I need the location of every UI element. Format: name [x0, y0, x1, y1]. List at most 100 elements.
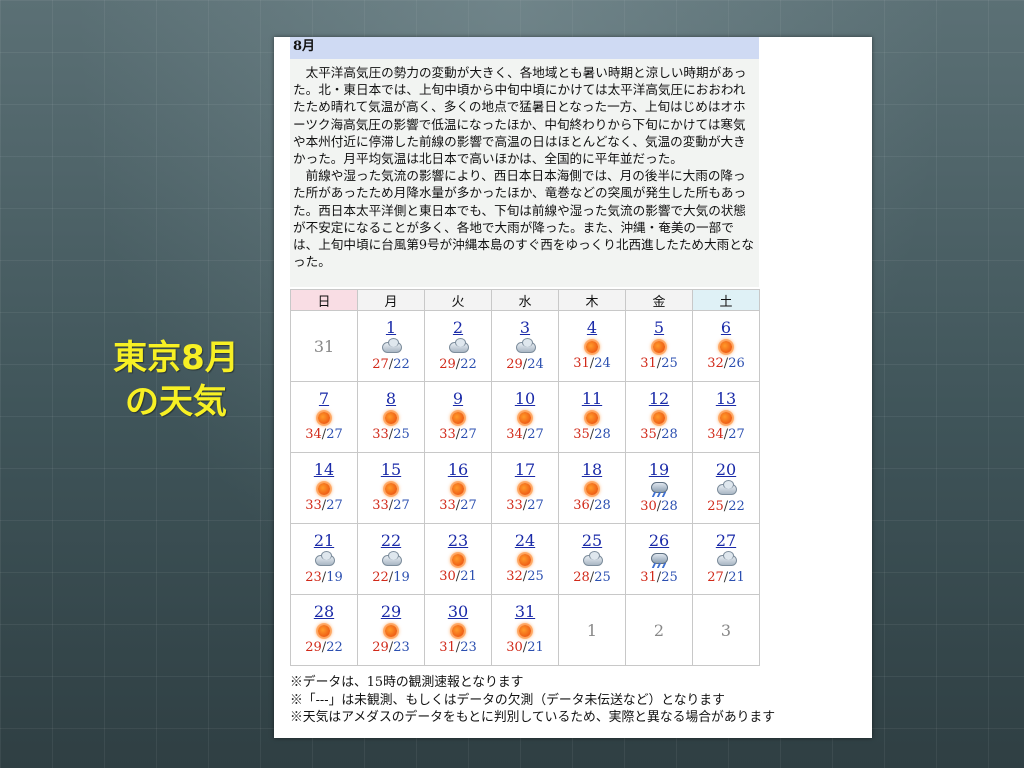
- low-temp: 28: [661, 499, 678, 514]
- day-link[interactable]: 7: [291, 389, 357, 409]
- day-link[interactable]: 28: [291, 602, 357, 622]
- rain-icon: [650, 553, 668, 569]
- cloudy-icon: [382, 551, 402, 569]
- day-link[interactable]: 11: [559, 389, 625, 409]
- calendar-day-cell: 10 34/27: [491, 381, 559, 453]
- outside-day-number: 1: [586, 621, 598, 640]
- temperature-range: 31/24: [559, 356, 625, 371]
- calendar-day-cell: 19 30/28: [625, 452, 693, 524]
- temperature-range: 27/22: [358, 357, 424, 372]
- day-link[interactable]: 26: [626, 531, 692, 551]
- day-link[interactable]: 22: [358, 531, 424, 551]
- low-temp: 24: [594, 356, 611, 371]
- sunny-icon: [516, 483, 534, 497]
- temperature-range: 34/27: [492, 427, 558, 442]
- temperature-range: 33/27: [291, 498, 357, 513]
- temperature-range: 32/26: [693, 356, 759, 371]
- calendar-week-row: 7 34/27 8 33/25 9 33/27 10 34/27 11 35/28 12 35/28 1…: [290, 381, 760, 453]
- day-link[interactable]: 1: [358, 318, 424, 338]
- sunny-icon: [650, 412, 668, 426]
- day-link[interactable]: 20: [693, 460, 759, 480]
- day-link[interactable]: 6: [693, 318, 759, 338]
- high-temp: 33: [439, 498, 456, 513]
- day-link[interactable]: 30: [425, 602, 491, 622]
- high-temp: 33: [305, 498, 322, 513]
- rain-icon: [650, 482, 668, 498]
- low-temp: 28: [594, 427, 611, 442]
- low-temp: 26: [728, 356, 745, 371]
- temperature-range: 29/22: [425, 357, 491, 372]
- high-temp: 32: [506, 569, 523, 584]
- calendar-day-cell: 15 33/27: [357, 452, 425, 524]
- calendar-day-cell: 13 34/27: [692, 381, 760, 453]
- low-temp: 23: [460, 640, 477, 655]
- temperature-range: 32/25: [492, 569, 558, 584]
- sunny-icon: [315, 483, 333, 497]
- temperature-range: 23/19: [291, 570, 357, 585]
- day-link[interactable]: 4: [559, 318, 625, 338]
- day-link[interactable]: 13: [693, 389, 759, 409]
- calendar-day-cell: 17 33/27: [491, 452, 559, 524]
- day-link[interactable]: 19: [626, 460, 692, 480]
- calendar-day-cell: 11 35/28: [558, 381, 626, 453]
- day-link[interactable]: 17: [492, 460, 558, 480]
- day-link[interactable]: 31: [492, 602, 558, 622]
- day-link[interactable]: 27: [693, 531, 759, 551]
- sunny-icon: [717, 412, 735, 426]
- day-link[interactable]: 24: [492, 531, 558, 551]
- calendar-day-cell: 5 31/25: [625, 310, 693, 382]
- calendar-day-cell: 18 36/28: [558, 452, 626, 524]
- high-temp: 27: [707, 570, 724, 585]
- sunny-icon: [583, 412, 601, 426]
- calendar-cell-outside-month: 2: [625, 594, 693, 666]
- footnote-1: ※データは、15時の観測速報となります: [290, 675, 524, 690]
- temperature-range: 35/28: [559, 427, 625, 442]
- day-link[interactable]: 29: [358, 602, 424, 622]
- temperature-range: 28/25: [559, 570, 625, 585]
- day-link[interactable]: 3: [492, 318, 558, 338]
- day-link[interactable]: 18: [559, 460, 625, 480]
- low-temp: 19: [326, 570, 343, 585]
- sunny-icon: [516, 412, 534, 426]
- low-temp: 19: [393, 570, 410, 585]
- calendar-cell-outside-month: 1: [558, 594, 626, 666]
- sunny-icon: [583, 483, 601, 497]
- day-link[interactable]: 21: [291, 531, 357, 551]
- weekday-fri: 金: [625, 289, 693, 311]
- low-temp: 27: [460, 427, 477, 442]
- low-temp: 25: [393, 427, 410, 442]
- temperature-range: 34/27: [291, 427, 357, 442]
- temperature-range: 34/27: [693, 427, 759, 442]
- day-link[interactable]: 25: [559, 531, 625, 551]
- day-link[interactable]: 12: [626, 389, 692, 409]
- day-link[interactable]: 16: [425, 460, 491, 480]
- temperature-range: 35/28: [626, 427, 692, 442]
- calendar-day-cell: 6 32/26: [692, 310, 760, 382]
- day-link[interactable]: 14: [291, 460, 357, 480]
- day-link[interactable]: 5: [626, 318, 692, 338]
- day-link[interactable]: 23: [425, 531, 491, 551]
- day-link[interactable]: 9: [425, 389, 491, 409]
- cloudy-icon: [382, 338, 402, 356]
- temperature-range: 29/24: [492, 357, 558, 372]
- temperature-range: 33/27: [358, 498, 424, 513]
- day-link[interactable]: 8: [358, 389, 424, 409]
- day-link[interactable]: 10: [492, 389, 558, 409]
- day-link[interactable]: 2: [425, 318, 491, 338]
- high-temp: 35: [573, 427, 590, 442]
- low-temp: 27: [393, 498, 410, 513]
- slide-title: 東京8月 の天気: [96, 336, 256, 424]
- high-temp: 34: [506, 427, 523, 442]
- weekday-mon: 月: [357, 289, 425, 311]
- low-temp: 21: [460, 569, 477, 584]
- summary-paragraph-1: 太平洋高気圧の勢力の変動が大きく、各地域とも暑い時期と涼しい時期があった。北・東…: [293, 65, 747, 167]
- outside-day-number: 2: [653, 621, 665, 640]
- high-temp: 36: [573, 498, 590, 513]
- weather-document: 8 月 太平洋高気圧の勢力の変動が大きく、各地域とも暑い時期と涼しい時期があった。…: [274, 37, 872, 738]
- temperature-range: 30/21: [492, 640, 558, 655]
- high-temp: 31: [640, 570, 657, 585]
- footnote-3: ※天気はアメダスのデータをもとに判別しているため、実際と異なる場合があります: [290, 710, 776, 725]
- cloudy-icon: [583, 551, 603, 569]
- day-link[interactable]: 15: [358, 460, 424, 480]
- low-temp: 24: [527, 357, 544, 372]
